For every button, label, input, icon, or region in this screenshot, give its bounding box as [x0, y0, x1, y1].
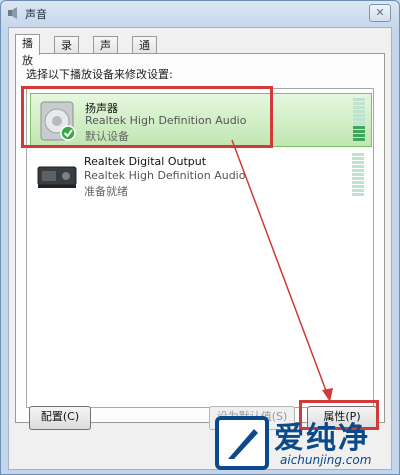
configure-button[interactable]: 配置(C) [29, 406, 91, 430]
playback-panel: 选择以下播放设备来修改设置: 扬声器 Realtek High Definiti… [15, 53, 385, 423]
volume-level-meter [352, 153, 364, 197]
device-name: Realtek Digital Output [84, 155, 207, 168]
device-description: Realtek High Definition Audio [85, 114, 247, 127]
watermark: 爱纯净 aichunjing.com [200, 411, 400, 475]
tab-communications[interactable]: 通信 [132, 36, 157, 69]
title-bar[interactable]: 声音 ✕ [1, 1, 399, 27]
playback-device-list[interactable]: 扬声器 Realtek High Definition Audio 默认设备 R… [26, 88, 374, 408]
speaker-title-icon [8, 7, 17, 19]
sound-dialog-window: 声音 ✕ 播放 录制 声音 通信 选择以下播放设备来修改设置: [0, 0, 400, 475]
device-description: Realtek High Definition Audio [84, 169, 246, 182]
tab-recording[interactable]: 录制 [54, 36, 79, 69]
watermark-brand: 爱纯净 [274, 421, 370, 456]
watermark-logo-icon [215, 416, 269, 470]
device-status: 默认设备 [85, 130, 129, 143]
device-status: 准备就绪 [84, 185, 128, 198]
speaker-icon [40, 101, 76, 141]
dialog-client-area: 播放 录制 声音 通信 选择以下播放设备来修改设置: 扬声器 Realtek H… [8, 27, 392, 470]
device-digital-output[interactable]: Realtek Digital Output Realtek High Defi… [30, 149, 370, 201]
tab-sounds[interactable]: 声音 [93, 36, 118, 69]
volume-level-meter [353, 98, 365, 142]
tab-playback[interactable]: 播放 [15, 34, 40, 67]
device-speakers[interactable]: 扬声器 Realtek High Definition Audio 默认设备 [30, 93, 372, 147]
close-button[interactable]: ✕ [369, 4, 391, 22]
watermark-url: aichunjing.com [280, 453, 372, 467]
instruction-label: 选择以下播放设备来修改设置: [26, 68, 173, 81]
window-title: 声音 [25, 8, 47, 21]
digital-output-icon [37, 166, 77, 188]
